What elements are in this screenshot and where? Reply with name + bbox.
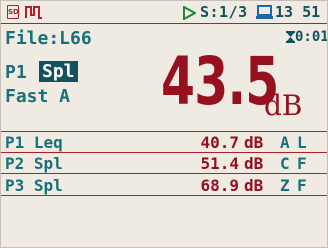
row-name: P2 Spl xyxy=(5,154,63,173)
row-time-weighting: F xyxy=(297,154,307,173)
row-name: P3 Spl xyxy=(5,176,63,195)
divider xyxy=(1,173,327,174)
mode-label: Fast A xyxy=(5,86,71,107)
row-weighting: C xyxy=(280,154,290,173)
file-label: File:L66 xyxy=(5,28,92,49)
play-icon[interactable] xyxy=(183,6,196,20)
divider xyxy=(1,195,327,196)
pc-link-icon xyxy=(256,5,273,19)
row-unit: dB xyxy=(244,176,264,195)
function-selector[interactable]: Spl xyxy=(39,61,78,82)
main-level-value: 43.5 xyxy=(161,43,279,120)
sd-card-label: SD xyxy=(8,8,19,16)
hourglass-icon xyxy=(286,31,295,43)
divider xyxy=(1,23,327,24)
row-value: 51.4 xyxy=(200,154,239,173)
row-weighting: A xyxy=(280,133,290,152)
row-unit: dB xyxy=(244,154,264,173)
channel-label: P1 xyxy=(5,62,27,83)
sd-card-icon: SD xyxy=(7,5,19,19)
result-row: P2 Spl 51.4 dB C F xyxy=(1,153,327,173)
row-value: 40.7 xyxy=(200,133,239,152)
result-row: P1 Leq 40.7 dB A L xyxy=(1,132,327,152)
row-value: 68.9 xyxy=(200,176,239,195)
main-level-unit: dB xyxy=(264,89,303,122)
row-time-weighting: F xyxy=(297,176,307,195)
row-weighting: Z xyxy=(280,176,290,195)
measurement-counter: S:1/3 xyxy=(200,3,248,21)
clock: 13 51 xyxy=(275,3,321,21)
row-unit: dB xyxy=(244,133,264,152)
elapsed-time: 0:01 xyxy=(295,29,328,45)
pulse-icon xyxy=(25,6,42,19)
row-time-weighting: L xyxy=(297,133,307,152)
sound-level-meter-screen: SD S:1/3 13 51 File:L66 0:01 P1 Spl Fast… xyxy=(0,0,328,248)
row-name: P1 Leq xyxy=(5,133,63,152)
status-bar: SD S:1/3 13 51 xyxy=(1,1,327,23)
result-row: P3 Spl 68.9 dB Z F xyxy=(1,175,327,195)
